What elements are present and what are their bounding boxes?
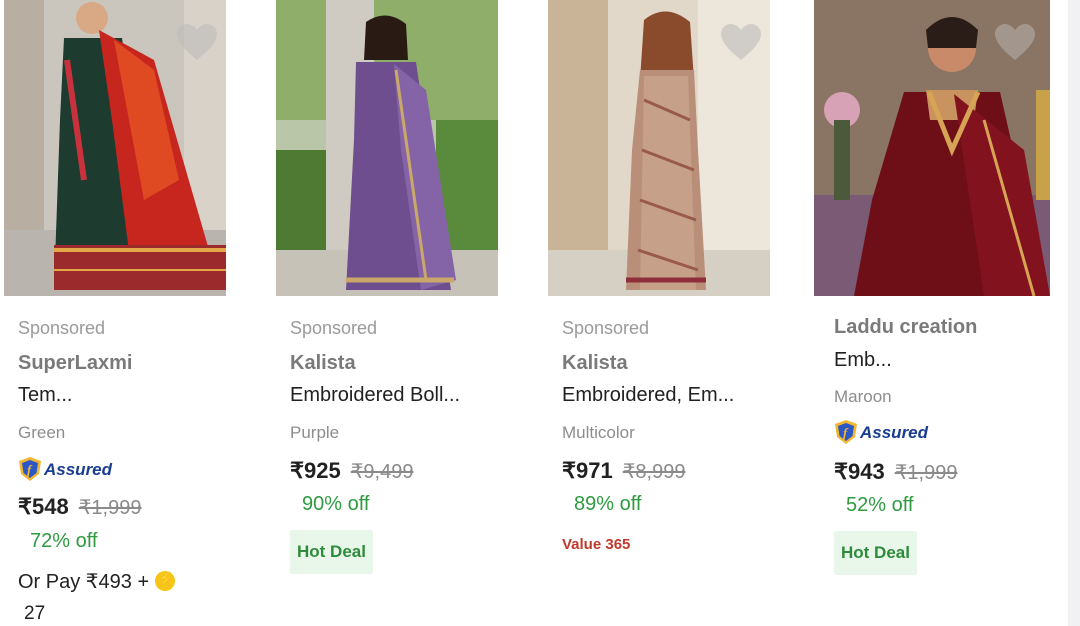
product-card-1[interactable]: Sponsored SuperLaxmi Tem... Green f Assu… (0, 0, 270, 626)
assured-shield-icon: f (19, 457, 41, 481)
price-row: ₹971 ₹8,999 (562, 458, 686, 483)
heart-icon[interactable] (994, 24, 1036, 62)
product-title[interactable]: Emb... (834, 350, 892, 370)
color-label: Green (18, 423, 66, 442)
discount-label: 72% off (30, 530, 98, 552)
hot-deal-badge: Hot Deal (290, 530, 373, 574)
price: ₹943 (834, 459, 885, 484)
discount-label: 90% off (302, 493, 370, 515)
assured-badge: f Assured (18, 456, 112, 482)
assured-badge: f Assured (834, 419, 928, 445)
pay-offer-text: Or Pay ₹493 + (18, 571, 150, 593)
brand-name: Laddu creation (834, 316, 978, 338)
product-card-2[interactable]: Sponsored Kalista Embroidered Boll... Pu… (272, 0, 542, 626)
scrollbar[interactable] (1068, 0, 1080, 626)
product-title[interactable]: Embroidered, Em... (562, 385, 734, 405)
product-title[interactable]: Tem... (18, 385, 72, 405)
color-label: Maroon (834, 387, 892, 406)
supercoin-icon (155, 571, 176, 591)
brand-name: SuperLaxmi (18, 352, 133, 374)
pay-offer-points: 27 (24, 603, 46, 624)
sponsored-label: Sponsored (290, 318, 378, 338)
price-row: ₹548 ₹1,999 (18, 494, 142, 519)
original-price: ₹8,999 (622, 461, 686, 483)
price: ₹548 (18, 494, 69, 519)
product-card-3[interactable]: Sponsored Kalista Embroidered, Em... Mul… (544, 0, 814, 626)
saree-image (276, 0, 498, 296)
product-image[interactable] (276, 0, 498, 296)
price: ₹971 (562, 458, 613, 483)
heart-icon[interactable] (720, 24, 762, 62)
assured-label: Assured (44, 459, 113, 479)
color-label: Purple (290, 423, 340, 442)
hot-deal-badge: Hot Deal (834, 531, 917, 575)
price-row: ₹943 ₹1,999 (834, 459, 958, 484)
price: ₹925 (290, 458, 341, 483)
original-price: ₹9,499 (350, 461, 414, 483)
product-title[interactable]: Embroidered Boll... (290, 385, 460, 405)
value-tag: Value 365 (562, 536, 631, 553)
pay-offer: Or Pay ₹493 + (18, 571, 176, 593)
brand-name: Kalista (562, 352, 628, 374)
product-card-4[interactable]: Laddu creation Emb... Maroon f Assured ₹… (814, 0, 1066, 626)
color-label: Multicolor (562, 423, 635, 442)
original-price: ₹1,999 (78, 497, 142, 519)
price-row: ₹925 ₹9,499 (290, 458, 414, 483)
sponsored-label: Sponsored (18, 318, 106, 338)
sponsored-label: Sponsored (562, 318, 650, 338)
discount-label: 52% off (846, 494, 914, 516)
assured-label: Assured (860, 422, 929, 442)
heart-icon[interactable] (176, 24, 218, 62)
original-price: ₹1,999 (894, 462, 958, 484)
brand-name: Kalista (290, 352, 356, 374)
assured-shield-icon: f (835, 420, 857, 444)
discount-label: 89% off (574, 493, 642, 515)
